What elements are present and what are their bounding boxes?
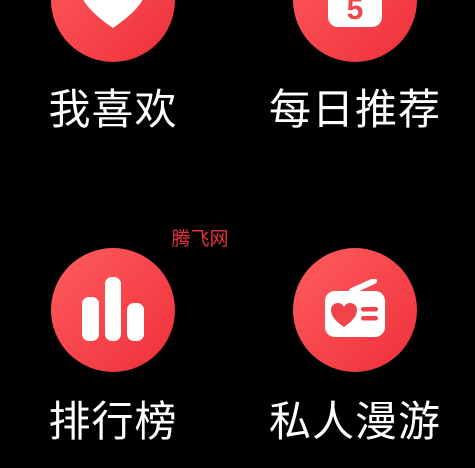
tile-my-likes[interactable]: 我喜欢 (13, 0, 213, 198)
tile-label-my-likes: 我喜欢 (48, 85, 178, 134)
watermark: 腾飞网 (171, 228, 229, 250)
calendar-day-text: 5 (347, 0, 364, 26)
heart-icon (83, 0, 143, 28)
tile-label-daily-recommend: 每日推荐 (268, 85, 441, 134)
tile-charts[interactable]: 排行榜 (13, 248, 213, 448)
calendar-icon: 5 (328, 0, 382, 27)
tile-label-private-roam: 私人漫游 (268, 397, 441, 446)
private-roam-button[interactable] (293, 248, 417, 372)
daily-recommend-button[interactable]: 5 (293, 0, 417, 62)
my-likes-button[interactable] (51, 0, 175, 62)
charts-button[interactable] (51, 248, 175, 372)
tile-private-roam[interactable]: 私人漫游 (255, 248, 455, 448)
bar-chart-icon (82, 277, 144, 341)
radio-icon (325, 279, 385, 337)
tile-label-charts: 排行榜 (48, 397, 178, 446)
tile-daily-recommend[interactable]: 5 每日推荐 (255, 0, 455, 198)
